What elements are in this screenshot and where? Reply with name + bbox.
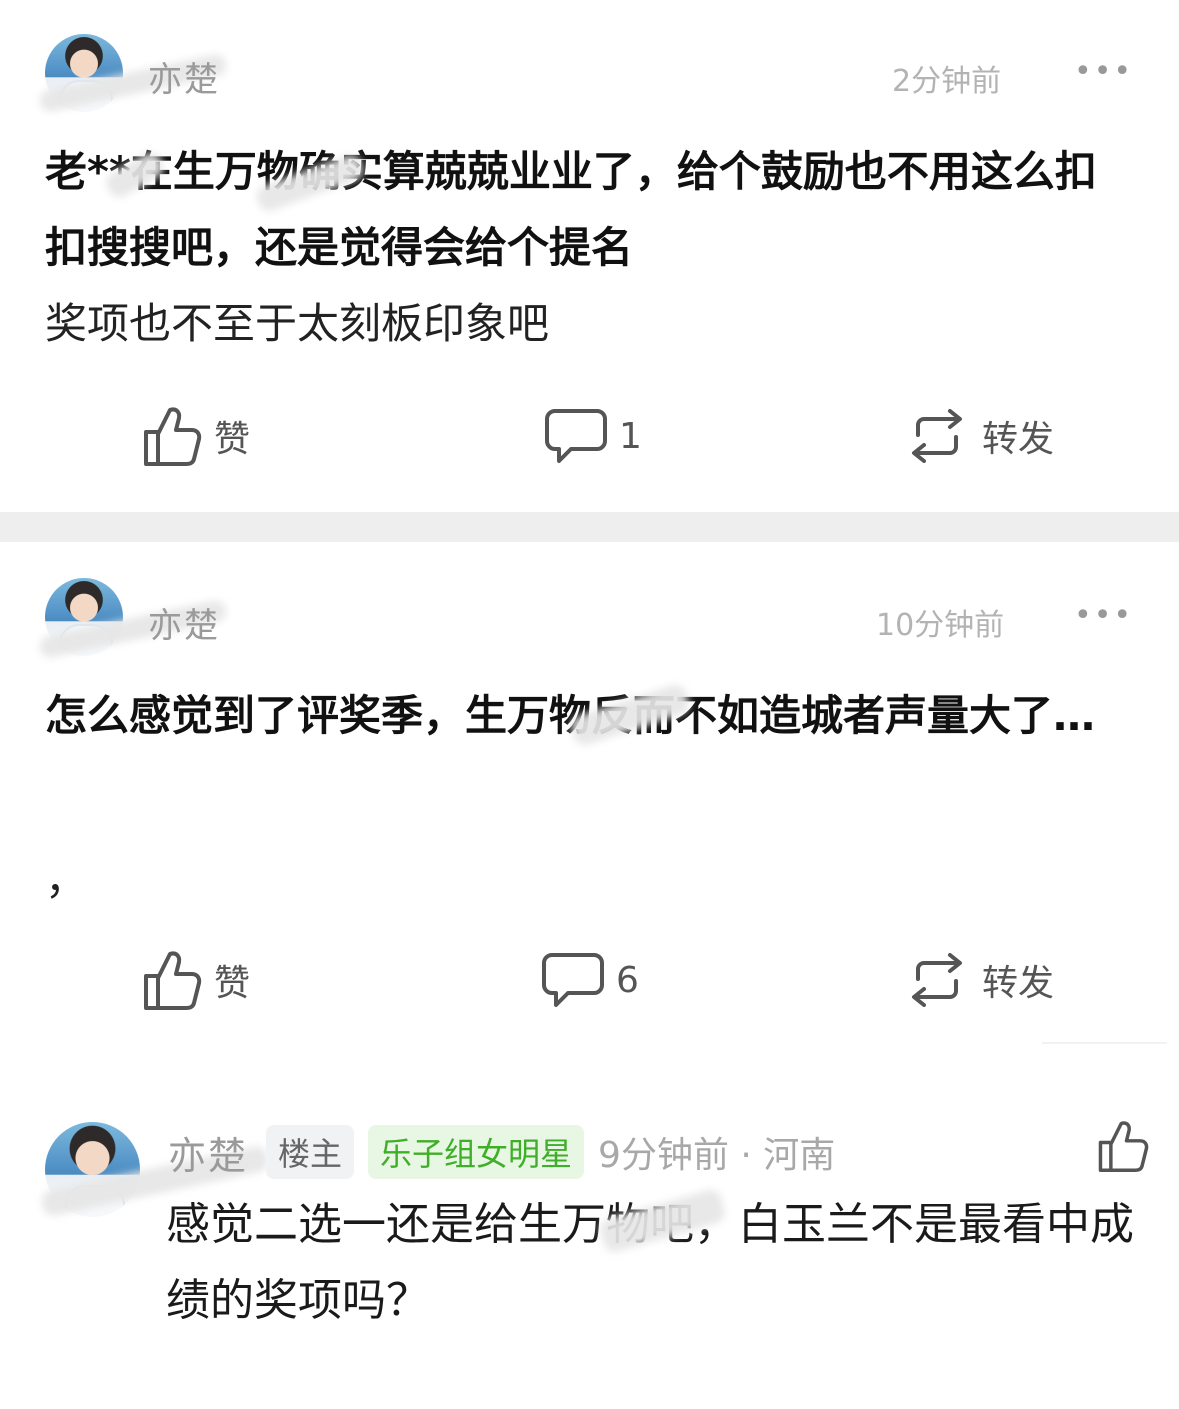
post-text: 老**在生万物确实算兢兢业业了，给个鼓励也不用这么扣扣搜搜吧，还是觉得会给个提名 (45, 147, 1097, 272)
comment-button[interactable]: 1 (545, 396, 642, 476)
repost-button[interactable]: 转发 (904, 396, 1054, 476)
like-label: 赞 (214, 419, 251, 460)
username[interactable]: 亦楚 (148, 52, 220, 101)
feed-separator (0, 512, 1179, 542)
divider (1042, 1042, 1167, 1044)
thumbs-up-icon (1098, 1121, 1149, 1172)
more-icon[interactable]: ••• (1074, 54, 1133, 89)
repost-label: 转发 (982, 419, 1055, 460)
comment-username[interactable]: 亦楚 (168, 1125, 248, 1180)
like-button[interactable]: 赞 (142, 396, 250, 476)
repost-button[interactable]: 转发 (904, 940, 1054, 1020)
post-card: 亦楚 2分钟前 ••• 老**在生万物确实算兢兢业业了，给个鼓励也不用这么扣扣搜… (0, 0, 1179, 512)
post-actions: 赞 6 转发 (0, 940, 1179, 1020)
comment-item: 亦楚 楼主 乐子组女明星 9分钟前 · 河南 感觉二选一还是给生万物吧，白玉兰不… (0, 1042, 1179, 1409)
owner-badge: 楼主 (266, 1125, 355, 1179)
like-button[interactable]: 赞 (142, 940, 250, 1020)
post-actions: 赞 1 转发 (0, 396, 1179, 476)
comment-button[interactable]: 6 (542, 940, 639, 1020)
comment-count: 6 (616, 959, 639, 1001)
repost-label: 转发 (982, 963, 1055, 1004)
weibo-feed: 亦楚 2分钟前 ••• 老**在生万物确实算兢兢业业了，给个鼓励也不用这么扣扣搜… (0, 0, 1179, 1409)
post-time: 2分钟前 (892, 64, 1002, 99)
speech-bubble-icon (545, 409, 607, 463)
post-text-secondary: 奖项也不至于太刻板印象吧 (45, 299, 550, 348)
comment-count: 1 (619, 415, 642, 457)
comment-time-location: 9分钟前 · 河南 (598, 1135, 836, 1176)
username[interactable]: 亦楚 (148, 598, 220, 647)
fan-group-badge[interactable]: 乐子组女明星 (368, 1125, 585, 1179)
post-card: 亦楚 10分钟前 ••• 怎么感觉到了评奖季，生万物反而不如造城者声量大了… ，… (0, 542, 1179, 1042)
repost-arrows-icon (912, 953, 962, 1007)
post-text-secondary: ， (45, 855, 88, 904)
like-label: 赞 (214, 963, 251, 1004)
thumbs-up-icon (144, 951, 202, 1010)
post-time: 10分钟前 (876, 608, 1005, 643)
more-icon[interactable]: ••• (1074, 598, 1133, 633)
repost-arrows-icon (912, 409, 962, 463)
comment-like-button[interactable] (1097, 1118, 1149, 1178)
comment-meta: 亦楚 楼主 乐子组女明星 9分钟前 · 河南 (168, 1125, 836, 1180)
speech-bubble-icon (542, 953, 604, 1007)
thumbs-up-icon (144, 407, 202, 466)
